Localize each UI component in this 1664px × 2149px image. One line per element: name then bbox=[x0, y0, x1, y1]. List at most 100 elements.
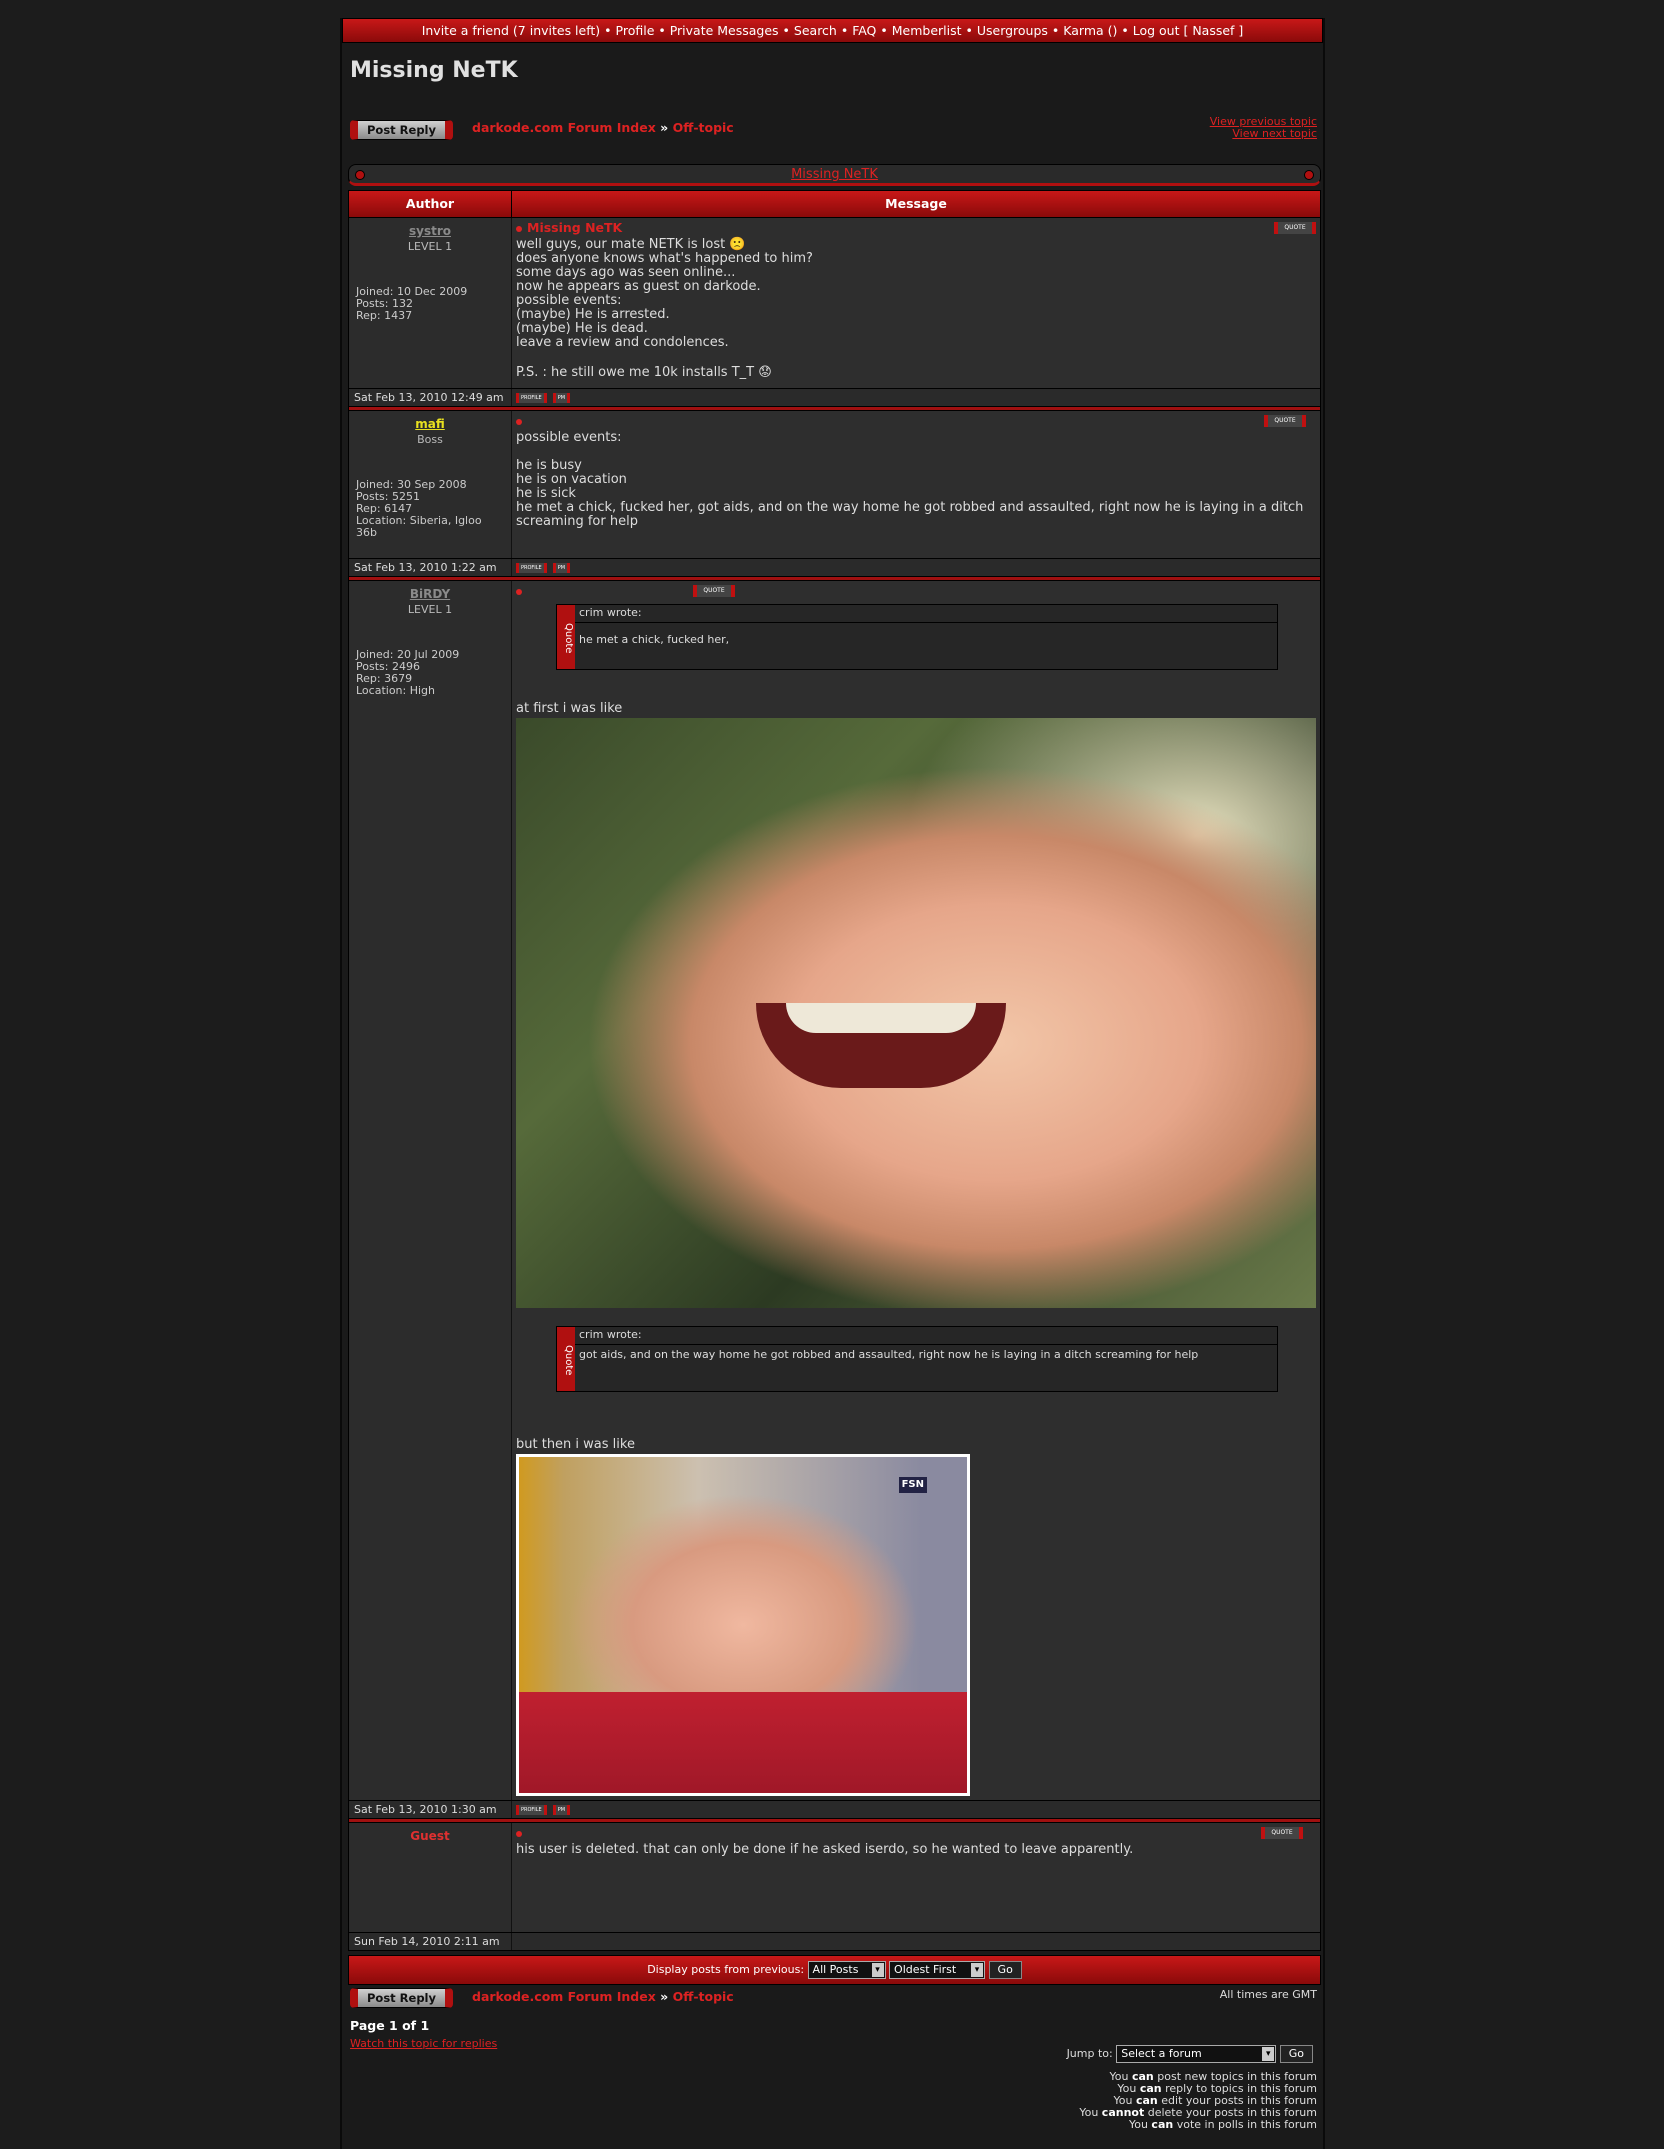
nav-memberlist[interactable]: Memberlist bbox=[892, 23, 962, 38]
timezone-note: All times are GMT bbox=[1219, 1988, 1317, 2001]
quote-text: got aids, and on the way home he got rob… bbox=[579, 1348, 1199, 1361]
permission-line: You can vote in polls in this forum bbox=[1128, 2118, 1317, 2131]
pm-button[interactable]: PM bbox=[552, 392, 571, 403]
post-line: now he appears as guest on darkode. bbox=[516, 279, 761, 294]
display-posts-label: Display posts from previous: bbox=[647, 1963, 805, 1976]
post-spacer bbox=[516, 445, 1316, 459]
post-author-info: Joined: 10 Dec 2009 Posts: 132 Rep: 1437 bbox=[356, 286, 504, 322]
post-bullet-icon bbox=[516, 1830, 522, 1837]
display-go-button[interactable]: Go bbox=[988, 1961, 1022, 1979]
post-message: QUOTE Missing NeTK well guys, our mate N… bbox=[512, 218, 1320, 388]
post-footer: Sun Feb 14, 2010 2:11 am bbox=[349, 1932, 1320, 1950]
post-author-username[interactable]: mafi bbox=[356, 417, 504, 431]
post-reply-button-bottom[interactable]: Post Reply bbox=[350, 1988, 453, 2008]
sort-order-select[interactable]: Oldest First bbox=[889, 1961, 986, 1979]
nav-karma[interactable]: Karma () bbox=[1063, 23, 1117, 38]
breadcrumb-separator: » bbox=[660, 120, 669, 135]
post-author-panel: Guest bbox=[349, 1823, 512, 1932]
post-author-panel: systro LEVEL 1 Joined: 10 Dec 2009 Posts… bbox=[349, 218, 512, 388]
view-next-topic-link[interactable]: View next topic bbox=[1210, 128, 1317, 140]
post-author-rank: Boss bbox=[417, 433, 443, 446]
post-line: at first i was like bbox=[516, 701, 623, 716]
post-bullet-icon bbox=[516, 225, 522, 232]
posts-period-select[interactable]: All Posts bbox=[807, 1961, 886, 1979]
post-row: mafi Boss Joined: 30 Sep 2008 Posts: 525… bbox=[349, 410, 1320, 558]
post-author-rank: LEVEL 1 bbox=[407, 603, 453, 616]
post-date: Sat Feb 13, 2010 1:22 am bbox=[349, 559, 512, 576]
breadcrumb-forum-index[interactable]: darkode.com Forum Index bbox=[472, 1989, 656, 2004]
quote-block: Quote crim wrote: got aids, and on the w… bbox=[556, 1326, 1278, 1392]
post-subject: Missing NeTK bbox=[516, 221, 1316, 235]
post-message: QUOTE possible events: he is busy he is … bbox=[512, 411, 1320, 558]
post-bullet-icon bbox=[516, 418, 522, 425]
post-subject bbox=[516, 1826, 1316, 1840]
post-date: Sat Feb 13, 2010 12:49 am bbox=[349, 389, 512, 406]
smile-shape bbox=[756, 1003, 1006, 1088]
post-author-username[interactable]: systro bbox=[356, 224, 504, 238]
post-row: Guest QUOTE his user is deleted. that ca… bbox=[349, 1822, 1320, 1932]
page-wrapper: Invite a friend (7 invites left) • Profi… bbox=[340, 18, 1325, 2149]
nav-faq[interactable]: FAQ bbox=[852, 23, 876, 38]
watch-topic-link[interactable]: Watch this topic for replies bbox=[350, 2037, 497, 2050]
message-column-header: Message bbox=[885, 196, 947, 211]
pm-button[interactable]: PM bbox=[552, 1804, 571, 1815]
profile-button[interactable]: PROFILE bbox=[516, 562, 547, 573]
post-tools: PROFILE PM bbox=[512, 1801, 1320, 1818]
quote-text: he met a chick, fucked her, bbox=[579, 633, 730, 646]
posts-table: Author Message systro LEVEL 1 Joined: 10… bbox=[348, 190, 1321, 1951]
crying-kid-image: FSN bbox=[516, 1454, 970, 1796]
quote-body: crim wrote: he met a chick, fucked her, bbox=[575, 605, 1277, 669]
nav-usergroups[interactable]: Usergroups bbox=[977, 23, 1048, 38]
posts-table-header: Author Message bbox=[349, 191, 1320, 217]
tv-channel-badge: FSN bbox=[898, 1477, 927, 1493]
nav-private-messages[interactable]: Private Messages bbox=[670, 23, 779, 38]
post-line: possible events: bbox=[516, 293, 622, 308]
post-bullet-icon bbox=[516, 588, 522, 595]
post-line: his user is deleted. that can only be do… bbox=[516, 1842, 1134, 1857]
bar-right-dot-icon bbox=[1304, 170, 1314, 180]
post-line: some days ago was seen online... bbox=[516, 265, 736, 280]
nav-logout[interactable]: Log out [ Nassef ] bbox=[1133, 23, 1244, 38]
quote-button[interactable]: QUOTE bbox=[1261, 1827, 1303, 1839]
post-row: systro LEVEL 1 Joined: 10 Dec 2009 Posts… bbox=[349, 217, 1320, 388]
post-row: BiRDY LEVEL 1 Joined: 20 Jul 2009 Posts:… bbox=[349, 580, 1320, 1800]
quote-button[interactable]: QUOTE bbox=[693, 585, 735, 597]
post-line: he is busy bbox=[516, 458, 582, 473]
author-location: Location: Siberia, Igloo 36b bbox=[356, 514, 482, 539]
post-footer: Sat Feb 13, 2010 1:22 am PROFILE PM bbox=[349, 558, 1320, 576]
post-author-username[interactable]: BiRDY bbox=[356, 587, 504, 601]
post-spacer bbox=[516, 670, 1316, 702]
post-line: but then i was like bbox=[516, 1437, 635, 1452]
post-spacer bbox=[516, 350, 1316, 366]
post-subject bbox=[516, 584, 1316, 598]
post-date: Sun Feb 14, 2010 2:11 am bbox=[349, 1933, 512, 1950]
jump-go-button[interactable]: Go bbox=[1279, 2045, 1313, 2063]
nav-invite[interactable]: Invite a friend (7 invites left) bbox=[422, 23, 600, 38]
topic-title-link[interactable]: Missing NeTK bbox=[791, 167, 878, 182]
post-author-rank: LEVEL 1 bbox=[407, 240, 453, 253]
pm-button[interactable]: PM bbox=[552, 562, 571, 573]
display-options-bar: Display posts from previous: All Posts O… bbox=[348, 1955, 1321, 1985]
post-tools bbox=[512, 1933, 1320, 1950]
post-author-panel: mafi Boss Joined: 30 Sep 2008 Posts: 525… bbox=[349, 411, 512, 558]
breadcrumb-forum-index[interactable]: darkode.com Forum Index bbox=[472, 120, 656, 135]
quote-button[interactable]: QUOTE bbox=[1274, 222, 1316, 234]
post-message: QUOTE his user is deleted. that can only… bbox=[512, 1823, 1320, 1932]
quote-author: crim wrote: bbox=[575, 1327, 1277, 1345]
quote-side-label: Quote bbox=[557, 1327, 575, 1391]
nav-search[interactable]: Search bbox=[794, 23, 837, 38]
jump-forum-select[interactable]: Select a forum bbox=[1116, 2045, 1277, 2063]
breadcrumb-off-topic[interactable]: Off-topic bbox=[673, 120, 734, 135]
post-reply-button[interactable]: Post Reply bbox=[350, 120, 453, 140]
post-line: he is on vacation bbox=[516, 472, 627, 487]
post-author-panel: BiRDY LEVEL 1 Joined: 20 Jul 2009 Posts:… bbox=[349, 581, 512, 1800]
breadcrumb-bottom: darkode.com Forum Index » Off-topic bbox=[472, 1989, 734, 2004]
author-rep: Rep: 1437 bbox=[356, 309, 413, 322]
nav-profile[interactable]: Profile bbox=[616, 23, 655, 38]
profile-button[interactable]: PROFILE bbox=[516, 392, 547, 403]
quote-button[interactable]: QUOTE bbox=[1264, 415, 1306, 427]
post-author-info: Joined: 20 Jul 2009 Posts: 2496 Rep: 367… bbox=[356, 649, 504, 697]
post-line: (maybe) He is arrested. bbox=[516, 307, 670, 322]
breadcrumb-off-topic[interactable]: Off-topic bbox=[673, 1989, 734, 2004]
profile-button[interactable]: PROFILE bbox=[516, 1804, 547, 1815]
